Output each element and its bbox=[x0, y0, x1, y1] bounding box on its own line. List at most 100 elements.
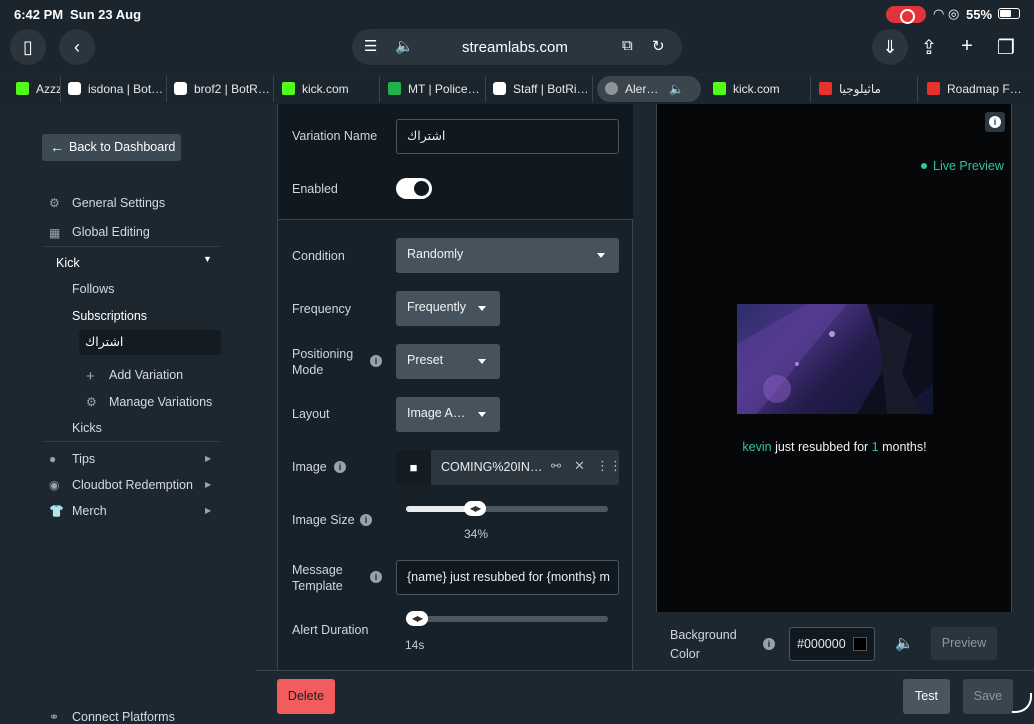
video-camera-icon[interactable]: ■ bbox=[396, 450, 431, 485]
image-size-label: Image Size bbox=[292, 513, 355, 527]
tab[interactable]: Roadmap F… bbox=[918, 76, 1026, 102]
variation-name-label: Variation Name bbox=[292, 129, 378, 143]
close-tab-icon[interactable] bbox=[605, 82, 618, 95]
speaker-icon[interactable]: 🔈 bbox=[395, 37, 414, 55]
url-text: streamlabs.com bbox=[462, 39, 568, 56]
caret-right-icon[interactable]: ▶ bbox=[205, 454, 211, 463]
address-bar[interactable]: ☰ 🔈 streamlabs.com ⧉ ↻ bbox=[352, 29, 682, 65]
status-time: 6:42 PM bbox=[14, 7, 64, 22]
volume-icon[interactable]: 🔈 bbox=[895, 634, 914, 652]
variation-settings-panel: Variation Name اشتراك Enabled Condition … bbox=[277, 104, 633, 670]
tab[interactable]: Azzz bbox=[8, 76, 61, 102]
sidebar: ← Back to Dashboard ⚙ General Settings ▦ … bbox=[0, 104, 255, 724]
info-icon[interactable]: i bbox=[763, 638, 775, 650]
info-icon[interactable]: i bbox=[334, 461, 346, 473]
variation-item[interactable]: اشتراك bbox=[79, 330, 221, 355]
caret-right-icon[interactable]: ▶ bbox=[205, 480, 211, 489]
back-to-dashboard-button[interactable]: ← Back to Dashboard bbox=[42, 134, 181, 161]
coins-icon: ● bbox=[49, 452, 57, 466]
new-tab-icon[interactable]: + bbox=[952, 35, 982, 58]
sidebar-item-global-editing[interactable]: Global Editing bbox=[72, 225, 150, 239]
sidebar-item-general-settings[interactable]: General Settings bbox=[72, 196, 165, 210]
anime-artwork-image bbox=[737, 304, 933, 414]
add-variation-link[interactable]: Add Variation bbox=[109, 368, 183, 382]
slider-handle[interactable]: ◀▶ bbox=[406, 611, 428, 626]
enabled-label: Enabled bbox=[292, 182, 338, 196]
tab[interactable]: isdona | Bot… bbox=[61, 76, 167, 102]
sidebar-item-merch[interactable]: Merch bbox=[72, 504, 107, 518]
status-bar: 6:42 PM Sun 23 Aug ◠ ◎ 55% bbox=[0, 0, 1034, 28]
positioning-mode-select[interactable]: Preset bbox=[396, 344, 500, 379]
link-icon[interactable]: ⚯ bbox=[551, 459, 561, 473]
message-template-label: Message Template bbox=[292, 563, 343, 593]
battery-icon bbox=[998, 8, 1020, 19]
kick-favicon-icon bbox=[16, 82, 29, 95]
alert-duration-slider[interactable]: ◀▶ bbox=[406, 611, 608, 626]
tab[interactable]: MT | Police… bbox=[380, 76, 486, 102]
preview-info-button[interactable]: i bbox=[985, 112, 1005, 132]
tab[interactable]: brof2 | BotR… bbox=[167, 76, 274, 102]
delete-button[interactable]: Delete bbox=[277, 679, 335, 714]
condition-label: Condition bbox=[292, 249, 345, 263]
enabled-toggle[interactable] bbox=[396, 178, 432, 199]
kick-favicon-icon bbox=[713, 82, 726, 95]
share-icon[interactable]: ⇪ bbox=[914, 35, 944, 60]
save-button[interactable]: Save bbox=[963, 679, 1013, 714]
tab[interactable]: kick.com bbox=[274, 76, 380, 102]
tab-active[interactable]: Aler… 🔈 bbox=[597, 76, 701, 102]
info-icon[interactable]: i bbox=[370, 571, 382, 583]
reader-icon[interactable]: ☰ bbox=[364, 37, 377, 55]
screen-record-icon bbox=[886, 6, 926, 24]
slider-handle[interactable]: ◀▶ bbox=[464, 501, 486, 516]
red-favicon-icon bbox=[927, 82, 940, 95]
mt-favicon-icon bbox=[388, 82, 401, 95]
botrix-favicon-icon bbox=[68, 82, 81, 95]
gear-icon: ⚙ bbox=[86, 395, 97, 409]
sidebar-toggle-icon[interactable]: ▯ bbox=[10, 29, 46, 65]
resize-handle-icon[interactable] bbox=[1012, 693, 1032, 713]
frequency-select[interactable]: Frequently bbox=[396, 291, 500, 326]
sidebar-item-connect-platforms[interactable]: Connect Platforms bbox=[72, 710, 175, 724]
condition-select[interactable]: Randomly bbox=[396, 238, 619, 273]
sidebar-item-subscriptions[interactable]: Subscriptions bbox=[72, 309, 147, 323]
sidebar-item-follows[interactable]: Follows bbox=[72, 282, 114, 296]
back-chevron-icon[interactable]: ‹ bbox=[59, 29, 95, 65]
arrow-left-icon: ← bbox=[50, 139, 64, 155]
manage-variations-link[interactable]: Manage Variations bbox=[109, 395, 212, 409]
shirt-icon: 👕 bbox=[49, 504, 64, 518]
background-color-input[interactable]: #000000 bbox=[789, 627, 875, 661]
layout-select[interactable]: Image A… bbox=[396, 397, 500, 432]
caret-right-icon[interactable]: ▶ bbox=[205, 506, 211, 515]
kick-favicon-icon bbox=[282, 82, 295, 95]
caret-down-icon[interactable]: ▼ bbox=[203, 254, 212, 264]
live-preview-indicator: Live Preview bbox=[921, 159, 1004, 173]
sidebar-item-cloudbot[interactable]: Cloudbot Redemption bbox=[72, 478, 193, 492]
sidebar-item-kicks[interactable]: Kicks bbox=[72, 421, 102, 435]
tab[interactable]: kick.com bbox=[705, 76, 811, 102]
message-template-input[interactable]: {name} just resubbed for {months} m bbox=[396, 560, 619, 595]
alert-duration-value: 14s bbox=[405, 638, 425, 652]
download-icon[interactable]: ⇓ bbox=[872, 29, 908, 65]
chevron-down-icon bbox=[597, 253, 605, 258]
info-icon[interactable]: i bbox=[360, 514, 372, 526]
variation-name-input[interactable]: اشتراك bbox=[396, 119, 619, 154]
tab[interactable]: ماثيلوجيا bbox=[811, 76, 918, 102]
extension-icon[interactable]: ⧉ bbox=[622, 37, 633, 54]
color-swatch[interactable] bbox=[853, 637, 867, 651]
tab[interactable]: Staff | BotRi… bbox=[486, 76, 593, 102]
status-date: Sun 23 Aug bbox=[70, 7, 142, 22]
live-dot-icon bbox=[921, 163, 927, 169]
gallery-grid-icon[interactable]: ⋮⋮ bbox=[596, 458, 622, 474]
tabs-overview-icon[interactable]: ❐ bbox=[991, 35, 1021, 60]
close-icon[interactable]: ✕ bbox=[574, 458, 585, 474]
preview-button[interactable]: Preview bbox=[931, 627, 997, 660]
footer-bar: Delete Test Save bbox=[256, 670, 1034, 720]
audio-playing-icon[interactable]: 🔈 bbox=[669, 76, 684, 102]
chevron-down-icon bbox=[478, 359, 486, 364]
info-icon[interactable]: i bbox=[370, 355, 382, 367]
test-button[interactable]: Test bbox=[903, 679, 950, 714]
reload-icon[interactable]: ↻ bbox=[652, 37, 665, 55]
image-size-slider[interactable]: ◀▶ bbox=[406, 501, 608, 516]
sidebar-item-kick[interactable]: Kick bbox=[56, 256, 80, 270]
sidebar-item-tips[interactable]: Tips bbox=[72, 452, 95, 466]
